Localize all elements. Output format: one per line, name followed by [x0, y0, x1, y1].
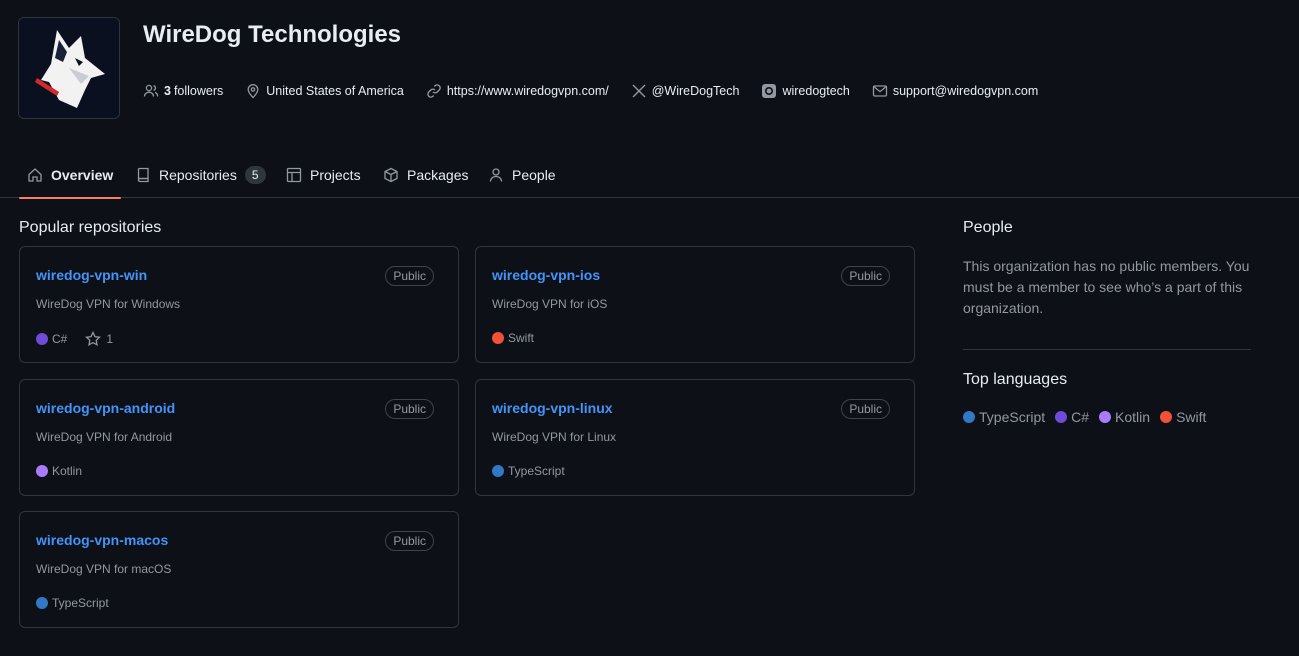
repo-card: wiredog-vpn-macos Public WireDog VPN for… — [19, 511, 459, 628]
email-link[interactable]: support@wiredogvpn.com — [872, 83, 1038, 99]
repo-name-link[interactable]: wiredog-vpn-macos — [36, 532, 168, 548]
wolf-logo-icon — [19, 18, 119, 118]
visibility-badge: Public — [385, 266, 434, 286]
location-text: United States of America — [266, 84, 404, 98]
tab-label: Projects — [310, 167, 361, 183]
email-text: support@wiredogvpn.com — [892, 84, 1039, 98]
instagram-link[interactable]: wiredogtech — [761, 83, 850, 99]
language-item[interactable]: Swift — [1160, 409, 1206, 425]
language-name: Swift — [508, 331, 535, 345]
repo-description: WireDog VPN for iOS — [492, 297, 608, 311]
popular-repos-title: Popular repositories — [19, 219, 162, 236]
language-name: Swift — [1176, 409, 1207, 425]
table-icon — [286, 167, 302, 183]
language-color-dot — [36, 597, 48, 609]
language-color-dot — [1055, 411, 1068, 423]
repo-card: wiredog-vpn-android Public WireDog VPN f… — [19, 379, 459, 496]
star-count: 1 — [106, 332, 114, 346]
tab-projects[interactable]: Projects — [278, 152, 369, 198]
language-item[interactable]: Kotlin — [1099, 409, 1150, 425]
followers-link[interactable]: 3 followers — [143, 83, 223, 99]
language-name: Kotlin — [52, 464, 83, 478]
top-languages-list: TypeScript C# Kotlin Swift — [963, 409, 1216, 425]
tab-label: Packages — [407, 167, 469, 183]
tab-packages[interactable]: Packages — [375, 152, 476, 198]
x-logo-icon — [632, 84, 646, 98]
visibility-badge: Public — [385, 399, 434, 419]
tab-label: Repositories — [159, 167, 237, 183]
repo-name-link[interactable]: wiredog-vpn-win — [36, 267, 147, 283]
repo-card: wiredog-vpn-win Public WireDog VPN for W… — [19, 246, 459, 363]
person-icon — [489, 168, 503, 182]
twitter-link[interactable]: @WireDogTech — [631, 83, 740, 99]
followers-label: followers — [173, 84, 224, 98]
repo-icon — [137, 167, 149, 183]
followers-count: 3 — [164, 84, 171, 98]
repo-description: WireDog VPN for Android — [36, 430, 173, 444]
language-color-dot — [963, 411, 975, 423]
language-item[interactable]: TypeScript — [963, 409, 1045, 425]
repo-description: WireDog VPN for Windows — [36, 297, 181, 311]
repo-description: WireDog VPN for Linux — [492, 430, 617, 444]
link-icon — [427, 84, 441, 98]
org-tab-bar: Overview Repositories 5 Projects Package… — [0, 152, 1299, 199]
language-name: TypeScript — [508, 464, 565, 478]
language-name: C# — [52, 332, 68, 346]
package-icon — [384, 167, 398, 183]
language-name: TypeScript — [979, 409, 1046, 425]
tab-label: People — [512, 167, 556, 183]
repo-card: wiredog-vpn-ios Public WireDog VPN for i… — [475, 246, 915, 363]
tab-people[interactable]: People — [480, 152, 564, 198]
repo-language: TypeScript — [492, 464, 565, 478]
repo-language: TypeScript — [36, 596, 109, 610]
sidebar-divider — [963, 349, 1251, 350]
org-avatar — [18, 17, 120, 119]
stars-link[interactable]: 1 — [85, 331, 113, 347]
repo-language: Swift — [492, 331, 534, 345]
org-meta: 3 followers United States of America htt… — [143, 83, 1060, 99]
language-color-dot — [1099, 411, 1112, 423]
location: United States of America — [245, 83, 404, 99]
language-name: Kotlin — [1115, 409, 1151, 425]
language-color-dot — [36, 465, 48, 477]
language-item[interactable]: C# — [1055, 409, 1089, 425]
website-link[interactable]: https://www.wiredogvpn.com/ — [426, 83, 609, 99]
language-color-dot — [1160, 411, 1173, 423]
language-color-dot — [492, 332, 504, 344]
tab-repositories[interactable]: Repositories 5 — [127, 152, 274, 198]
repo-language: Kotlin — [36, 464, 82, 478]
people-empty-text: This organization has no public members.… — [963, 258, 1250, 316]
repo-card: wiredog-vpn-linux Public WireDog VPN for… — [475, 379, 915, 496]
location-icon — [247, 84, 259, 99]
repo-language: C# 1 — [36, 331, 113, 347]
repo-name-link[interactable]: wiredog-vpn-linux — [492, 400, 613, 416]
repo-name-link[interactable]: wiredog-vpn-android — [36, 400, 175, 416]
twitter-text: @WireDogTech — [651, 84, 740, 98]
org-name: WireDog Technologies — [143, 21, 402, 48]
website-text: https://www.wiredogvpn.com/ — [446, 84, 609, 98]
star-icon — [85, 331, 102, 347]
people-title: People — [963, 219, 1013, 236]
tab-overview[interactable]: Overview — [19, 152, 122, 199]
mail-icon — [872, 85, 888, 97]
repo-description: WireDog VPN for macOS — [36, 562, 172, 576]
language-name: TypeScript — [52, 596, 109, 610]
instagram-text: wiredogtech — [782, 84, 850, 98]
visibility-badge: Public — [841, 399, 890, 419]
repo-name-link[interactable]: wiredog-vpn-ios — [492, 267, 600, 283]
tab-label: Overview — [51, 167, 114, 183]
visibility-badge: Public — [841, 266, 890, 286]
language-color-dot — [492, 465, 504, 477]
top-languages-title: Top languages — [963, 371, 1068, 388]
instagram-icon — [762, 84, 777, 98]
repo-count-badge: 5 — [244, 166, 266, 184]
visibility-badge: Public — [385, 531, 434, 551]
home-icon — [28, 168, 42, 182]
people-icon — [143, 84, 159, 97]
language-name: C# — [1071, 409, 1090, 425]
language-color-dot — [36, 333, 48, 345]
